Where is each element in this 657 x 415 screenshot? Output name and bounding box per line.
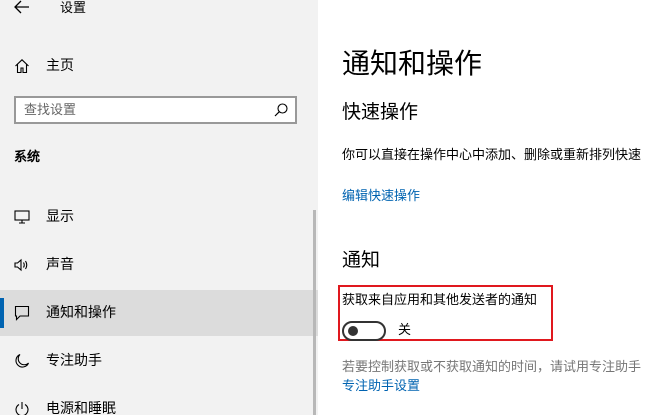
sidebar-item-label: 电源和睡眠 xyxy=(46,401,116,415)
window-title: 设置 xyxy=(60,1,87,16)
sidebar-item-label: 声音 xyxy=(46,257,74,273)
notifications-heading: 通知 xyxy=(342,249,381,271)
sidebar-item-display[interactable]: 显示 xyxy=(0,194,318,240)
edit-quick-actions-link[interactable]: 编辑快速操作 xyxy=(342,187,420,207)
selection-indicator xyxy=(0,298,4,328)
search-icon[interactable] xyxy=(273,102,289,118)
focus-assist-hint: 若要控制获取或不获取通知的时间，请试用专注助手 xyxy=(342,360,642,375)
sidebar-scrollbar[interactable] xyxy=(313,210,316,415)
search-box xyxy=(14,96,297,124)
sidebar-item-sound[interactable]: 声音 xyxy=(0,242,318,288)
home-icon xyxy=(14,58,30,74)
sidebar-item-label: 显示 xyxy=(46,209,74,225)
search-input[interactable] xyxy=(24,101,264,119)
back-button[interactable] xyxy=(10,0,34,18)
notifications-toggle-label: 获取来自应用和其他发送者的通知 xyxy=(342,293,538,308)
sidebar: 设置 主页 系统 xyxy=(0,0,318,415)
quick-actions-heading: 快速操作 xyxy=(342,101,419,123)
sidebar-item-focus-assist[interactable]: 专注助手 xyxy=(0,338,318,384)
notification-icon xyxy=(14,305,30,321)
sidebar-item-label: 主页 xyxy=(46,58,74,74)
monitor-icon xyxy=(14,209,30,225)
section-label: 系统 xyxy=(14,150,41,165)
page-title: 通知和操作 xyxy=(342,47,483,80)
speaker-icon xyxy=(14,257,30,273)
settings-window: 设置 主页 系统 xyxy=(0,0,657,415)
toggle-state-label: 关 xyxy=(398,323,412,338)
sidebar-item-power-sleep[interactable]: 电源和睡眠 xyxy=(0,386,318,415)
arrow-left-icon xyxy=(14,0,29,14)
sidebar-item-label: 专注助手 xyxy=(46,353,102,369)
toggle-knob xyxy=(348,326,358,336)
sidebar-item-home[interactable]: 主页 xyxy=(0,50,318,82)
main-content: 通知和操作 快速操作 你可以直接在操作中心中添加、删除或重新排列快速 编辑快速操… xyxy=(318,0,657,415)
quick-actions-description: 你可以直接在操作中心中添加、删除或重新排列快速 xyxy=(342,148,642,163)
notifications-toggle[interactable] xyxy=(342,321,386,341)
sidebar-item-label: 通知和操作 xyxy=(46,305,116,321)
focus-assist-settings-link[interactable]: 专注助手设置 xyxy=(342,377,420,397)
power-icon xyxy=(14,401,30,415)
moon-icon xyxy=(14,353,30,369)
sidebar-item-notifications[interactable]: 通知和操作 xyxy=(0,290,318,336)
